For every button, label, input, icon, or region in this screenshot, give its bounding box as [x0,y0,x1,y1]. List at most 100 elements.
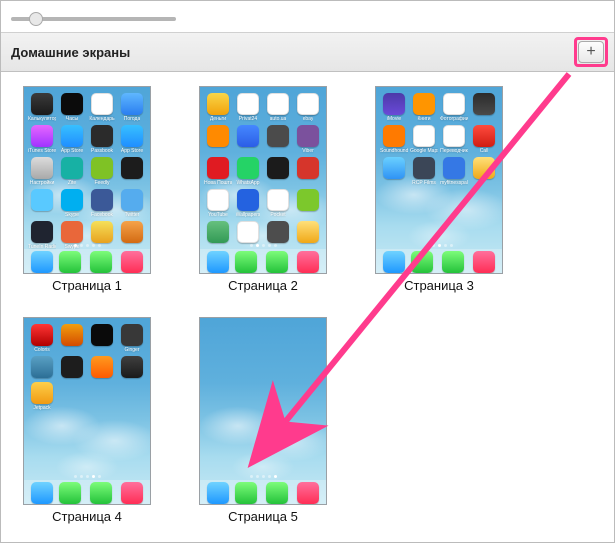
app-icon[interactable]: WhatsApp [234,157,262,186]
app-icon-tile [61,93,83,115]
app-icon[interactable]: Pocket [264,189,292,218]
app-icon[interactable]: Jetpack [28,382,56,411]
app-icon[interactable]: myfitnesspal [440,157,468,186]
app-icon[interactable] [294,157,322,186]
app-icon-label: Фотографии [440,116,468,122]
app-icon[interactable]: iTunes Store [28,125,56,154]
home-screen-thumbnail[interactable]: iMovie Книги Фотографии SoundhoundGoogle Ma… [375,86,503,274]
app-icon-tile [31,356,53,378]
app-icon[interactable]: YouTube [204,189,232,218]
app-icon[interactable] [470,157,498,186]
app-icon[interactable]: Mail [31,251,53,274]
app-icon[interactable]: Call [470,125,498,154]
app-icon[interactable]: Mail [207,482,229,505]
add-page-button[interactable]: + [578,41,604,63]
app-icon-tile [31,189,53,211]
app-icon[interactable] [28,356,56,379]
app-icon[interactable]: Погода [118,93,146,122]
app-grid: ДеньгиPrivat24auto.uaebay Viber Нова Пошта… [200,91,326,246]
app-icon[interactable] [88,324,116,353]
app-icon[interactable]: Календарь [88,93,116,122]
app-grid: Coloris Ginger Jetpack [24,322,150,413]
app-icon[interactable]: Mail [31,482,53,505]
app-icon[interactable]: Сообщения [264,482,291,505]
app-icon[interactable]: Часы [58,93,86,122]
app-icon[interactable]: Переводчик [440,125,468,154]
app-icon[interactable] [380,157,408,186]
app-icon[interactable]: Сообщения [88,251,115,274]
app-icon[interactable]: Телефон [235,251,257,274]
app-icon[interactable]: Google Maps [410,125,438,154]
app-icon[interactable]: Телефон [59,482,81,505]
page-dot [256,475,259,478]
app-icon[interactable] [204,125,232,154]
app-icon[interactable]: Музыка [121,251,143,274]
app-icon[interactable]: Ginger [118,324,146,353]
app-icon[interactable]: App Store [118,125,146,154]
app-icon[interactable]: Facebook [88,189,116,218]
app-icon[interactable] [294,189,322,218]
app-icon[interactable]: Музыка [121,482,143,505]
app-icon[interactable]: Сообщения [264,251,291,274]
app-icon[interactable] [58,324,86,353]
app-icon-label: App Store [121,148,143,154]
app-icon[interactable]: ebay [294,93,322,122]
app-icon[interactable]: App Store [58,125,86,154]
app-icon[interactable]: Skype [58,189,86,218]
app-icon[interactable] [88,356,116,379]
app-icon[interactable] [58,356,86,379]
app-icon[interactable]: Soundhound [380,125,408,154]
home-screen-thumbnail[interactable]: Mail Телефон Сообщения Музыка [199,317,327,505]
app-icon-tile [237,221,259,243]
app-icon[interactable]: Twitter [118,189,146,218]
app-icon[interactable]: Телефон [59,251,81,274]
app-icon[interactable]: Сообщения [88,482,115,505]
app-icon[interactable]: Книги [410,93,438,122]
app-icon[interactable]: Passbook [88,125,116,154]
app-icon[interactable] [204,221,232,244]
app-icon[interactable] [28,189,56,218]
home-screen-thumbnail[interactable]: ДеньгиPrivat24auto.uaebay Viber Нова Пошта… [199,86,327,274]
app-icon[interactable] [118,356,146,379]
app-icon-tile [443,157,465,179]
app-icon[interactable]: Музыка [297,482,319,505]
app-icon[interactable]: Деньги [204,93,232,122]
app-icon[interactable]: Настройки [28,157,56,186]
app-icon-label: Книги [417,116,430,122]
app-icon[interactable] [294,221,322,244]
app-icon[interactable]: Zite [58,157,86,186]
app-icon-tile [121,125,143,147]
app-icon[interactable]: Калькулятор [28,93,56,122]
zoom-slider-input[interactable] [11,17,176,21]
home-screen-thumbnail[interactable]: КалькуляторЧасыКалендарьПогода iTunes Sto… [23,86,151,274]
zoom-slider[interactable] [11,9,176,24]
app-icon-tile [411,251,433,273]
app-icon[interactable]: Музыка [473,251,495,274]
app-icon[interactable]: Mail [207,251,229,274]
app-icon[interactable]: Нова Пошта [204,157,232,186]
app-icon-tile [473,125,495,147]
app-icon[interactable] [234,221,262,244]
app-icon[interactable]: Wallpapers [234,189,262,218]
app-icon[interactable]: Viber [294,125,322,154]
app-icon[interactable]: Feedly [88,157,116,186]
app-icon-tile [383,251,405,273]
app-icon[interactable] [118,157,146,186]
app-icon[interactable]: Телефон [235,482,257,505]
app-icon[interactable]: Музыка [297,251,319,274]
app-icon[interactable]: Coloris [28,324,56,353]
app-icon[interactable]: iMovie [380,93,408,122]
app-icon[interactable]: Mail [383,251,405,274]
app-icon[interactable]: Телефон [411,251,433,274]
app-icon[interactable] [470,93,498,122]
app-icon[interactable]: RCP Films [410,157,438,186]
app-icon[interactable]: Фотографии [440,93,468,122]
home-screen-thumbnail[interactable]: Coloris Ginger Jetpack Mail Телефон Сообщения… [23,317,151,505]
app-icon[interactable] [234,125,262,154]
app-icon[interactable]: Сообщения [440,251,467,274]
app-icon[interactable]: auto.ua [264,93,292,122]
app-icon[interactable] [264,221,292,244]
app-icon[interactable] [264,157,292,186]
app-icon[interactable] [264,125,292,154]
app-icon[interactable]: Privat24 [234,93,262,122]
